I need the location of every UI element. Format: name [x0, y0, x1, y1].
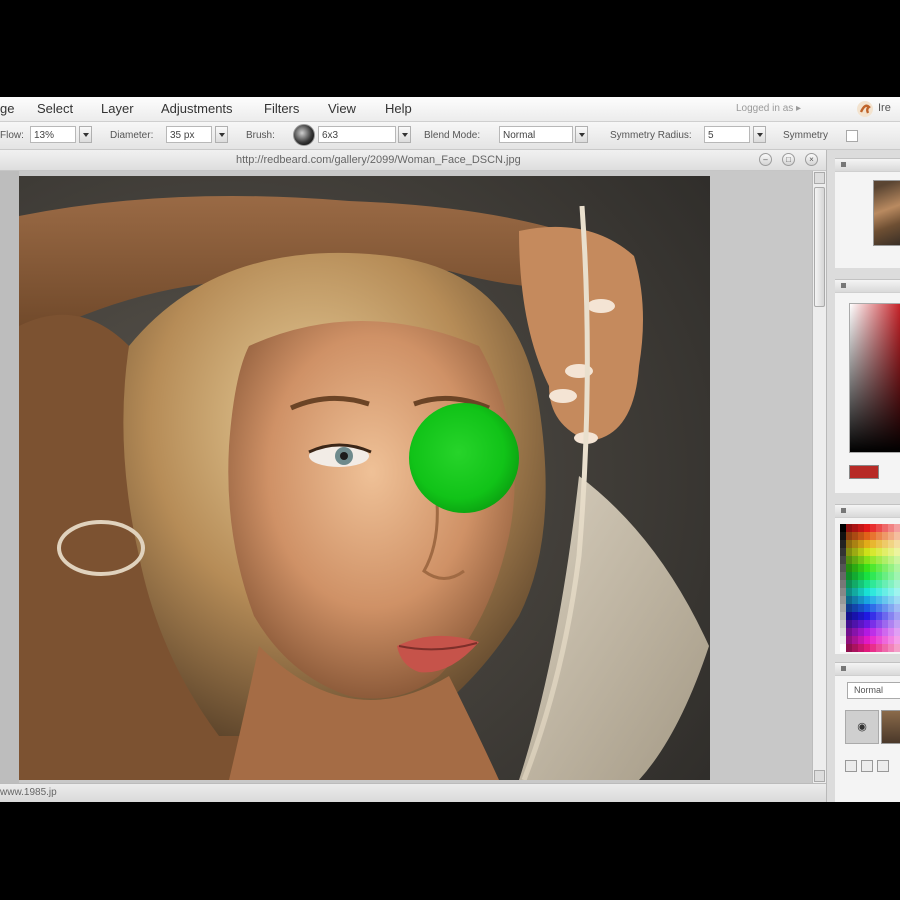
diameter-input[interactable]: 35 px [166, 126, 212, 143]
swatches-panel-header[interactable] [835, 504, 900, 517]
swatch-cell[interactable] [894, 580, 900, 588]
delete-layer-icon[interactable] [877, 760, 889, 772]
swatch-cell[interactable] [894, 604, 900, 612]
new-layer-icon[interactable] [845, 760, 857, 772]
diameter-label: Diameter: [110, 130, 154, 141]
canvas-area [0, 171, 826, 783]
collapse-icon [841, 283, 846, 288]
diameter-dropdown-button[interactable] [215, 126, 228, 143]
layer-thumbnail[interactable] [881, 710, 900, 744]
menu-adjustments[interactable]: Adjustments [161, 101, 233, 116]
collapse-icon [841, 508, 846, 513]
document-title-bar: http://redbeard.com/gallery/2099/Woman_F… [0, 150, 826, 171]
letterbox-bottom [0, 802, 900, 900]
blend-mode-dropdown-button[interactable] [575, 126, 588, 143]
symmetry-radius-input[interactable]: 5 [704, 126, 750, 143]
swatch-cell[interactable] [894, 588, 900, 596]
portrait-image [19, 176, 710, 780]
swatch-cell[interactable] [894, 556, 900, 564]
collapse-icon [841, 666, 846, 671]
color-panel-header[interactable] [835, 279, 900, 292]
navigator-thumbnail[interactable] [873, 180, 900, 246]
menu-filters[interactable]: Filters [264, 101, 299, 116]
flow-input[interactable]: 13% [30, 126, 76, 143]
swatch-cell[interactable] [894, 612, 900, 620]
flow-label: Flow: [0, 130, 24, 141]
symmetry-label: Symmetry [783, 130, 828, 141]
layer-tools [845, 760, 900, 776]
right-panels: Normal ◉ [826, 150, 900, 802]
scroll-up-button[interactable] [814, 172, 825, 184]
menu-bar: ge Select Layer Adjustments Filters View… [0, 97, 900, 122]
swatch-cell[interactable] [894, 572, 900, 580]
swatch-cell[interactable] [894, 644, 900, 652]
photo-canvas[interactable] [19, 176, 710, 780]
color-panel [835, 292, 900, 493]
layer-visibility-eye-icon[interactable]: ◉ [845, 710, 879, 744]
logged-in-label: Logged in as ▸ [736, 103, 802, 114]
letterbox-top [0, 0, 900, 97]
navigator-panel [835, 171, 900, 268]
close-button[interactable]: × [805, 153, 818, 166]
brush-dropdown-button[interactable] [398, 126, 411, 143]
maximize-button[interactable]: □ [782, 153, 795, 166]
menu-help[interactable]: Help [385, 101, 412, 116]
foreground-color-swatch[interactable] [849, 465, 879, 479]
document-url: http://redbeard.com/gallery/2099/Woman_F… [236, 154, 521, 166]
blend-mode-select[interactable]: Normal [499, 126, 573, 143]
swatch-cell[interactable] [894, 548, 900, 556]
swatch-palette[interactable] [840, 524, 900, 654]
duplicate-layer-icon[interactable] [861, 760, 873, 772]
layers-panel: Normal ◉ [835, 675, 900, 802]
swatch-cell[interactable] [894, 628, 900, 636]
symmetry-radius-dropdown-button[interactable] [753, 126, 766, 143]
color-gradient-picker[interactable] [849, 303, 900, 453]
swatch-cell[interactable] [894, 532, 900, 540]
layer-blend-mode-select[interactable]: Normal [847, 682, 900, 699]
scroll-thumb[interactable] [814, 187, 825, 307]
image-editor-window: ge Select Layer Adjustments Filters View… [0, 97, 900, 802]
flow-dropdown-button[interactable] [79, 126, 92, 143]
user-name[interactable]: Ire [878, 102, 891, 114]
collapse-icon [841, 162, 846, 167]
swatch-cell[interactable] [894, 540, 900, 548]
swatches-panel [835, 517, 900, 654]
menu-view[interactable]: View [328, 101, 356, 116]
swatch-cell[interactable] [894, 564, 900, 572]
menu-select[interactable]: Select [37, 101, 73, 116]
minimize-button[interactable]: – [759, 153, 772, 166]
status-bar: www.1985.jp [0, 783, 826, 802]
brush-label: Brush: [246, 130, 275, 141]
symmetry-checkbox[interactable] [846, 130, 858, 142]
swatch-cell[interactable] [894, 596, 900, 604]
menu-layer[interactable]: Layer [101, 101, 134, 116]
scroll-down-button[interactable] [814, 770, 825, 782]
brush-input[interactable]: 6x3 [318, 126, 396, 143]
status-text: www.1985.jp [0, 787, 57, 798]
swatch-cell[interactable] [894, 636, 900, 644]
swatch-cell[interactable] [894, 524, 900, 532]
menu-image[interactable]: ge [0, 101, 14, 116]
user-logo-icon [857, 101, 873, 117]
vertical-scrollbar[interactable] [812, 171, 826, 783]
brush-preview-icon[interactable] [293, 124, 315, 146]
symmetry-radius-label: Symmetry Radius: [610, 130, 692, 141]
tool-options-bar: Flow: 13% Diameter: 35 px Brush: 6x3 Ble… [0, 122, 900, 150]
swatch-cell[interactable] [894, 620, 900, 628]
blend-mode-label: Blend Mode: [424, 130, 481, 141]
navigator-panel-header[interactable] [835, 158, 900, 171]
layers-panel-header[interactable] [835, 662, 900, 675]
left-gutter [0, 171, 19, 783]
